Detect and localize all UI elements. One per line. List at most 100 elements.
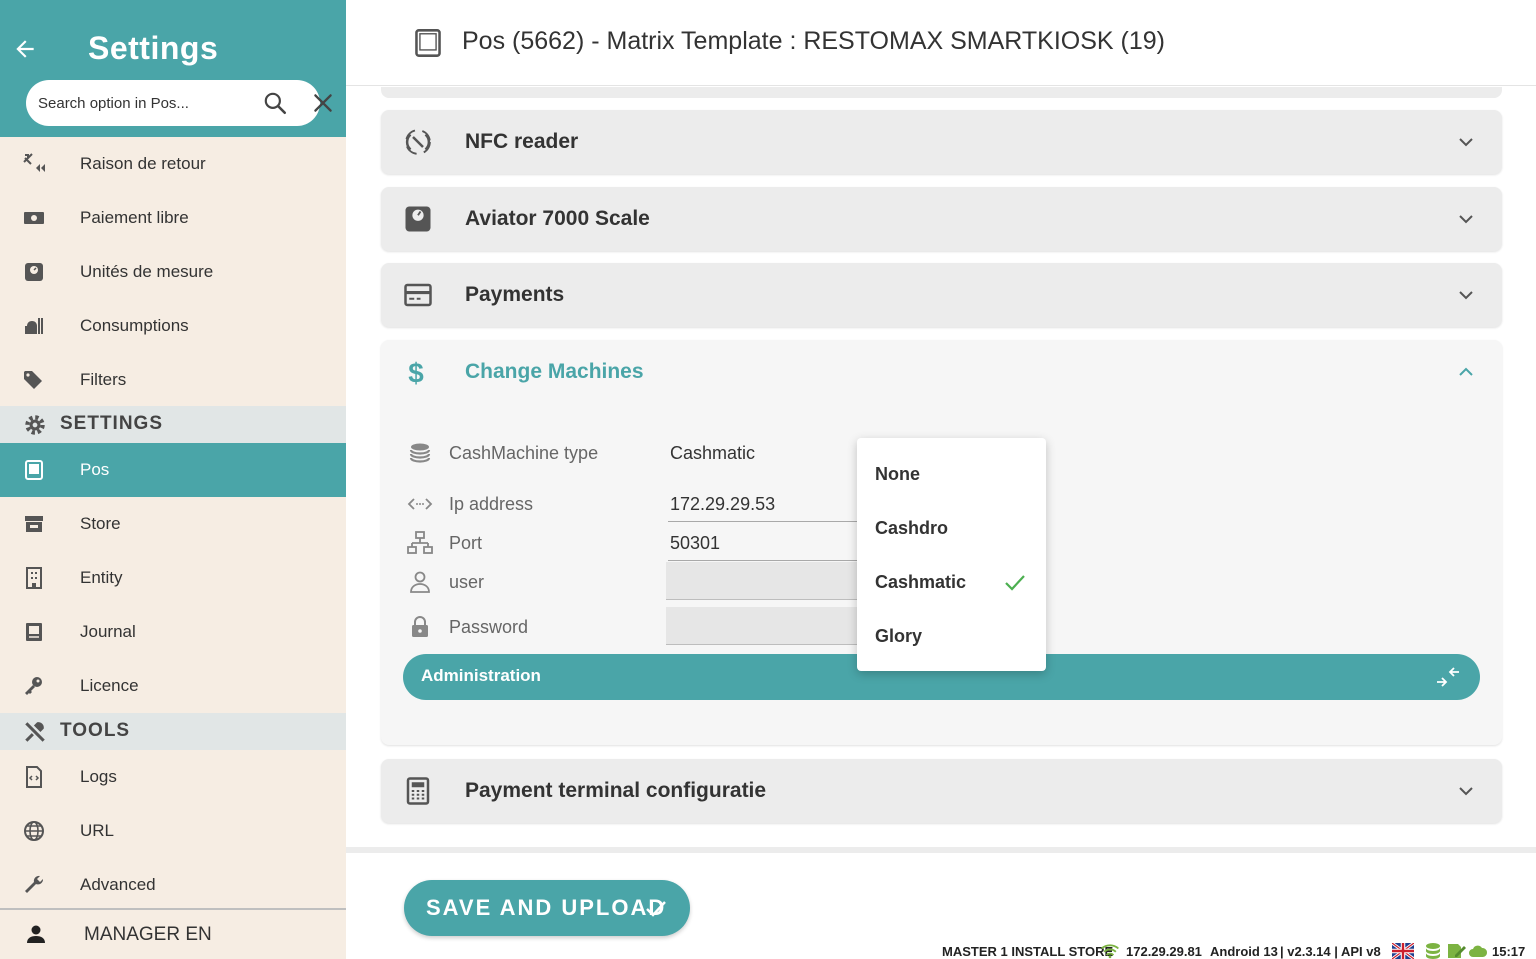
port-input[interactable]: 50301	[668, 523, 858, 561]
credit-card-icon	[404, 283, 432, 307]
tools-icon	[25, 722, 45, 742]
collapse-arrows-icon	[1437, 667, 1459, 687]
panel-nfc-reader[interactable]: NFC reader	[381, 110, 1502, 174]
sidebar-section-tools: TOOLS	[0, 713, 346, 750]
user-account[interactable]: MANAGER EN	[0, 908, 346, 959]
sidebar-item-raison-de-retour[interactable]: Raison de retour	[0, 137, 346, 191]
option-label: Cashdro	[875, 518, 949, 538]
sidebar-item-unites-de-mesure[interactable]: Unités de mesure	[0, 245, 346, 299]
user-input[interactable]	[666, 562, 858, 600]
chevron-down-icon[interactable]	[1457, 134, 1475, 150]
network-icon	[407, 531, 433, 554]
search-box	[26, 80, 332, 126]
sidebar-header: Settings	[0, 0, 346, 137]
globe-icon	[24, 821, 44, 841]
sidebar-item-store[interactable]: Store	[0, 497, 346, 551]
cash-machine-type-dropdown: None Cashdro Cashmatic Glory	[857, 438, 1046, 671]
cash-machine-type-select[interactable]: Cashmatic	[668, 433, 858, 471]
app-version: | v2.3.14 | API v8	[1280, 944, 1381, 959]
panel-payments[interactable]: Payments	[381, 263, 1502, 327]
sidebar-item-label: Store	[80, 514, 121, 533]
sidebar-item-licence[interactable]: Licence	[0, 659, 346, 713]
journal-icon	[26, 623, 42, 641]
log-file-icon	[26, 766, 42, 788]
scale-icon	[405, 206, 431, 232]
sidebar-item-label: Paiement libre	[80, 208, 189, 227]
sidebar-item-label: Advanced	[80, 875, 156, 894]
return-reason-icon	[23, 153, 45, 172]
device-ip: 172.29.29.81	[1126, 944, 1202, 959]
option-label: None	[875, 464, 920, 484]
administration-label: Administration	[421, 666, 541, 685]
key-icon	[25, 677, 42, 695]
panel-label: Payment terminal configuratie	[465, 779, 767, 802]
search-input[interactable]	[38, 80, 238, 126]
password-input[interactable]	[666, 607, 858, 645]
user-icon	[27, 925, 45, 943]
option-label: Cashmatic	[875, 572, 967, 592]
sidebar-item-advanced[interactable]: Advanced	[0, 858, 346, 912]
dropdown-option-glory[interactable]: Glory	[857, 610, 1046, 664]
sidebar-item-entity[interactable]: Entity	[0, 551, 346, 605]
android-version: Android 13	[1210, 944, 1278, 959]
save-and-upload-button[interactable]: SAVE AND UPLOAD	[404, 880, 690, 936]
option-label: Glory	[875, 626, 923, 646]
field-label: Port	[449, 533, 483, 553]
panel-label: Payments	[465, 283, 565, 306]
back-arrow-icon[interactable]	[12, 36, 38, 62]
check-icon	[646, 901, 666, 917]
sidebar-item-label: Raison de retour	[80, 154, 206, 173]
sidebar-item-filters[interactable]: Filters	[0, 353, 346, 407]
sidebar-item-label: Pos	[80, 460, 110, 479]
sidebar-item-label: Licence	[80, 676, 139, 695]
sidebar-section-settings: SETTINGS	[0, 406, 346, 443]
wrench-icon	[25, 875, 44, 893]
panel-payment-terminal[interactable]: Payment terminal configuratie	[381, 759, 1502, 823]
ip-address-input[interactable]: 172.29.29.53	[668, 484, 858, 522]
chevron-up-icon[interactable]	[1457, 364, 1475, 380]
building-icon	[26, 567, 42, 589]
user-outline-icon	[410, 571, 430, 593]
page-title: Pos (5662) - Matrix Template : RESTOMAX …	[462, 27, 1165, 55]
coins-icon	[409, 443, 431, 463]
scale-icon	[25, 263, 43, 281]
dropdown-option-cashmatic[interactable]: Cashmatic	[857, 556, 1046, 610]
tablet-icon	[415, 29, 441, 57]
panel-aviator-scale[interactable]: Aviator 7000 Scale	[381, 187, 1502, 251]
top-bar: Pos (5662) - Matrix Template : RESTOMAX …	[346, 0, 1536, 86]
sidebar-item-label: Entity	[80, 568, 123, 587]
cloud-icon	[1469, 945, 1488, 957]
collapsed-panel-stub	[381, 87, 1502, 98]
code-brackets-icon	[407, 498, 433, 510]
sidebar-item-paiement-libre[interactable]: Paiement libre	[0, 191, 346, 245]
dropdown-option-none[interactable]: None	[857, 448, 1046, 502]
bottom-bar: SAVE AND UPLOAD MASTER 1 INSTALL STORE 1…	[346, 847, 1536, 959]
chevron-down-icon[interactable]	[1457, 211, 1475, 227]
dollar-icon: $	[408, 358, 424, 388]
store-icon	[25, 516, 43, 532]
panel-label: NFC reader	[465, 130, 579, 153]
panel-label: Aviator 7000 Scale	[465, 207, 650, 230]
user-name: MANAGER EN	[84, 924, 212, 945]
tablet-icon	[25, 460, 43, 480]
search-icon[interactable]	[262, 90, 288, 116]
dropdown-option-cashdro[interactable]: Cashdro	[857, 502, 1046, 556]
save-label: SAVE AND UPLOAD	[426, 895, 667, 920]
gear-icon	[25, 415, 45, 435]
sidebar: Settings Raison de retour Paiement libre…	[0, 0, 346, 959]
check-icon	[1005, 575, 1025, 591]
clear-search-icon[interactable]	[310, 90, 336, 116]
sidebar-item-pos[interactable]: Pos	[0, 443, 346, 497]
chevron-down-icon[interactable]	[1457, 287, 1475, 303]
database-icon	[1426, 943, 1440, 959]
sidebar-item-journal[interactable]: Journal	[0, 605, 346, 659]
chevron-down-icon[interactable]	[1457, 783, 1475, 799]
tags-icon	[24, 371, 42, 389]
sidebar-item-logs[interactable]: Logs	[0, 750, 346, 804]
clock-time: 15:17	[1492, 944, 1526, 959]
sidebar-item-consumptions[interactable]: Consumptions	[0, 299, 346, 353]
uk-flag-icon[interactable]	[1392, 943, 1414, 959]
section-label: TOOLS	[60, 720, 131, 741]
svg-text:$: $	[408, 358, 424, 388]
sidebar-item-url[interactable]: URL	[0, 804, 346, 858]
